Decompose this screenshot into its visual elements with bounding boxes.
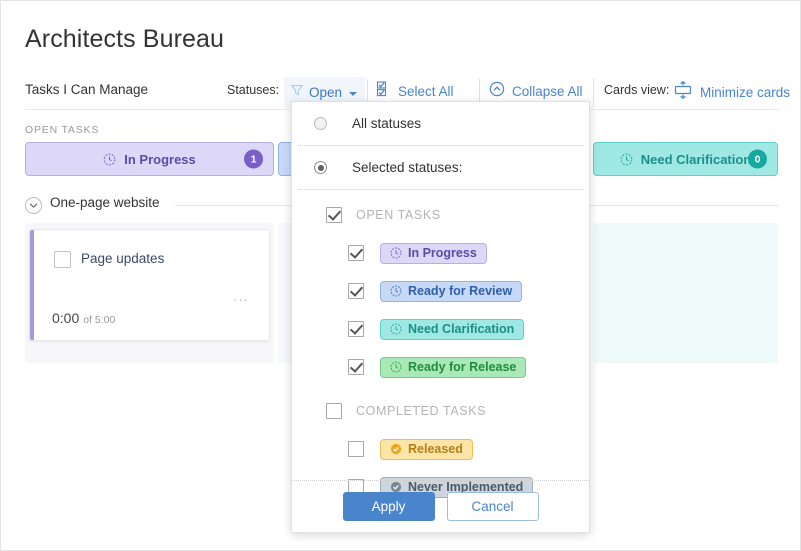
task-time: 0:00 of 5:00: [52, 310, 115, 326]
group-collapse-toggle[interactable]: [25, 197, 42, 214]
all-statuses-label: All statuses: [352, 116, 422, 131]
status-chip-need-clarification[interactable]: Need Clarification: [380, 318, 525, 340]
status-chip-label: Need Clarification: [408, 322, 515, 336]
funnel-icon: [290, 83, 304, 102]
status-chip-in-progress[interactable]: In Progress: [380, 242, 487, 264]
clock-icon: [390, 285, 402, 297]
column-header-in-progress[interactable]: In Progress 1: [25, 142, 274, 176]
status-chip-released[interactable]: Released: [380, 438, 473, 460]
check-circle-icon: [390, 443, 402, 455]
group-completed-tasks-checkbox[interactable]: [326, 403, 342, 419]
column-count-badge: 1: [244, 149, 263, 169]
minimize-cards-button[interactable]: Minimize cards: [673, 80, 791, 104]
statuses-options-list: OPEN TASKS In Progress Ready for Review …: [292, 190, 589, 506]
select-all-button[interactable]: Select All: [376, 81, 454, 102]
status-option-need-clarification[interactable]: Need Clarification: [292, 310, 589, 348]
group-completed-tasks[interactable]: COMPLETED TASKS: [292, 392, 589, 430]
tasks-scope-label: Tasks I Can Manage: [25, 82, 149, 97]
collapse-all-button[interactable]: Collapse All: [489, 81, 583, 102]
task-checkbox[interactable]: [54, 251, 71, 268]
selected-statuses-label: Selected statuses:: [352, 160, 463, 175]
status-chip-label: In Progress: [408, 246, 477, 260]
clock-icon: [390, 247, 402, 259]
selected-statuses-option[interactable]: Selected statuses:: [292, 146, 589, 189]
apply-button[interactable]: Apply: [342, 492, 435, 521]
group-completed-tasks-label: COMPLETED TASKS: [356, 404, 487, 418]
group-open-tasks-label: OPEN TASKS: [356, 208, 441, 222]
statuses-filter-label: Open: [309, 85, 343, 100]
status-checkbox-ready-for-release[interactable]: [348, 359, 364, 375]
collapse-up-icon: [489, 81, 505, 102]
card-accent-bar: [30, 230, 34, 340]
column-title: In Progress: [124, 151, 196, 167]
status-option-in-progress[interactable]: In Progress: [292, 234, 589, 272]
lane-need-clarification: [593, 223, 778, 363]
status-checkbox-ready-for-review[interactable]: [348, 283, 364, 299]
page-title: Architects Bureau: [25, 25, 225, 53]
status-checkbox-released[interactable]: [348, 441, 364, 457]
minimize-cards-label: Minimize cards: [700, 85, 791, 100]
clock-icon: [620, 153, 633, 166]
status-checkbox-need-clarification[interactable]: [348, 321, 364, 337]
cancel-button[interactable]: Cancel: [446, 492, 539, 521]
status-chip-ready-for-release[interactable]: Ready for Release: [380, 356, 527, 378]
column-title: Need Clarification: [640, 151, 752, 167]
column-header-need-clarification[interactable]: Need Clarification 0: [593, 142, 778, 176]
status-chip-ready-for-review[interactable]: Ready for Review: [380, 280, 523, 302]
group-open-tasks-checkbox[interactable]: [326, 207, 342, 223]
all-statuses-radio[interactable]: [314, 117, 327, 130]
clock-icon: [103, 153, 116, 166]
clock-icon: [390, 361, 402, 373]
task-card[interactable]: Page updates ··· 0:00 of 5:00: [29, 229, 270, 341]
collapse-all-label: Collapse All: [512, 84, 583, 99]
status-chip-label: Ready for Review: [408, 284, 513, 298]
cards-view-label: Cards view:: [604, 83, 670, 97]
toolbar-divider-3: [593, 79, 594, 107]
group-open-tasks[interactable]: OPEN TASKS: [292, 196, 589, 234]
minimize-cards-icon: [673, 80, 693, 104]
clock-icon: [390, 323, 402, 335]
statuses-label: Statuses:: [227, 83, 280, 97]
app-window: Architects Bureau Tasks I Can Manage Sta…: [0, 0, 801, 551]
selected-statuses-radio[interactable]: [314, 161, 327, 174]
task-title: Page updates: [81, 251, 165, 266]
select-all-label: Select All: [398, 84, 454, 99]
column-count-badge: 0: [748, 149, 767, 169]
status-chip-label: Released: [408, 442, 463, 456]
board-section-label: OPEN TASKS: [25, 124, 100, 136]
status-checkbox-in-progress[interactable]: [348, 245, 364, 261]
statuses-dropdown-panel: All statuses Selected statuses: OPEN TAS…: [291, 101, 590, 533]
task-time-total: of 5:00: [83, 314, 116, 326]
status-option-ready-for-review[interactable]: Ready for Review: [292, 272, 589, 310]
status-option-released[interactable]: Released: [292, 430, 589, 468]
group-name: One-page website: [50, 195, 160, 210]
dropdown-footer: Apply Cancel: [292, 480, 589, 532]
status-option-ready-for-release[interactable]: Ready for Release: [292, 348, 589, 386]
chevron-down-icon: [349, 91, 358, 96]
status-chip-label: Ready for Release: [408, 360, 517, 374]
all-statuses-option[interactable]: All statuses: [292, 102, 589, 145]
task-time-spent: 0:00: [52, 310, 80, 326]
checklist-icon: [376, 81, 391, 102]
task-menu-icon[interactable]: ···: [233, 292, 249, 307]
